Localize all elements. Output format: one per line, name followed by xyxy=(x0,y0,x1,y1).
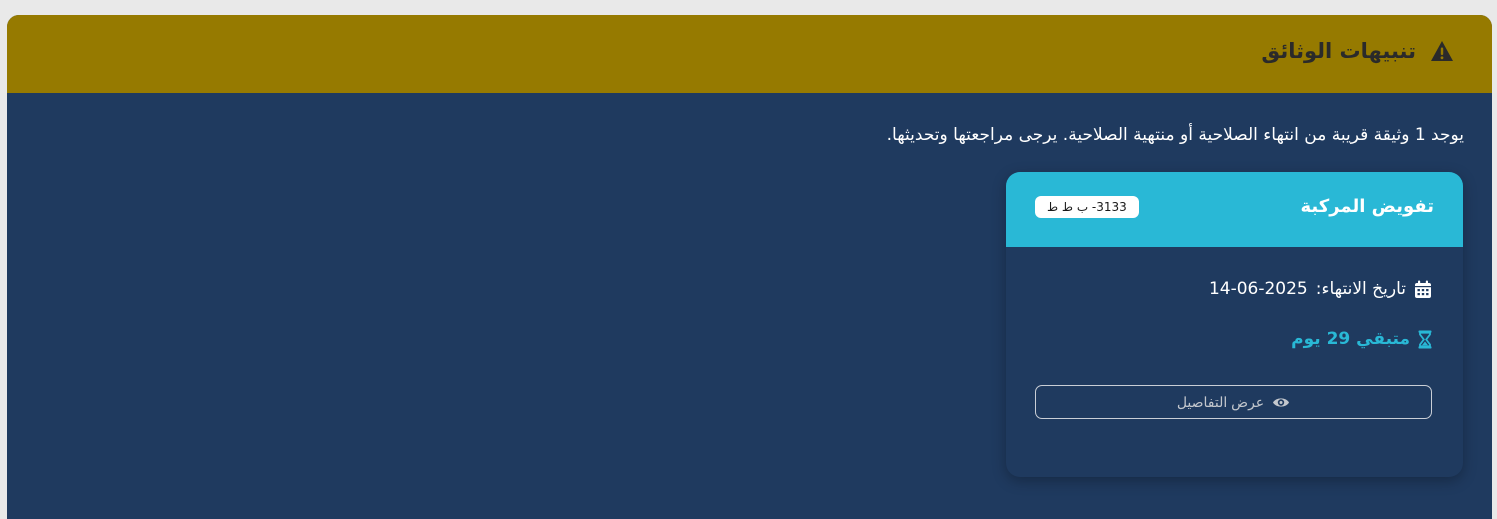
view-details-button[interactable]: عرض التفاصيل xyxy=(1035,385,1432,419)
hourglass-icon xyxy=(1418,330,1432,349)
expiry-date-row: تاريخ الانتهاء: 14-06-2025 xyxy=(1209,279,1432,299)
document-type-title: تفويض المركبة xyxy=(1300,196,1434,217)
alert-header: تنبيهات الوثائق xyxy=(7,15,1492,93)
eye-icon xyxy=(1272,396,1290,409)
plate-number-badge: 3133- ب ط ط xyxy=(1035,196,1139,218)
expiry-date: 14-06-2025 xyxy=(1208,279,1308,299)
calendar-icon xyxy=(1414,280,1432,299)
view-details-label: عرض التفاصيل xyxy=(1176,393,1265,410)
document-card-header: تفويض المركبة 3133- ب ط ط xyxy=(1006,172,1463,247)
alert-title: تنبيهات الوثائق xyxy=(1261,39,1416,63)
remaining-days-row: متبقي 29 يوم xyxy=(1291,329,1432,349)
document-card: تفويض المركبة 3133- ب ط ط تاريخ الانتهاء… xyxy=(1006,172,1463,477)
remaining-days-text: متبقي 29 يوم xyxy=(1291,329,1410,349)
expiry-label: تاريخ الانتهاء: xyxy=(1315,279,1406,299)
warning-triangle-icon xyxy=(1430,40,1454,62)
alert-message: يوجد 1 وثيقة قريبة من انتهاء الصلاحية أو… xyxy=(886,125,1464,145)
alert-header-content: تنبيهات الوثائق xyxy=(1261,39,1454,63)
document-alerts-panel: تنبيهات الوثائق يوجد 1 وثيقة قريبة من ان… xyxy=(7,15,1492,519)
